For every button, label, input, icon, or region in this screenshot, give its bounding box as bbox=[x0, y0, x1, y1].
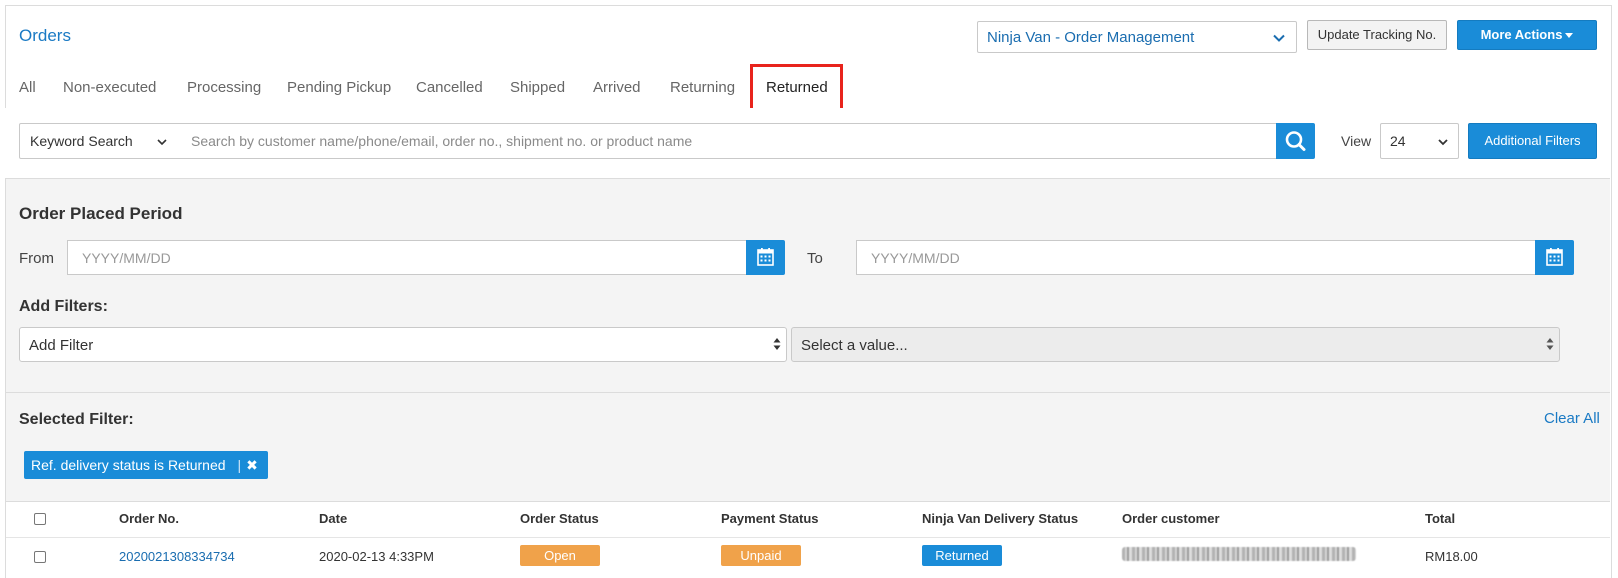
order-placed-period-label: Order Placed Period bbox=[19, 204, 183, 223]
search-type-value: Keyword Search bbox=[30, 133, 133, 149]
tab-processing[interactable]: Processing bbox=[187, 79, 261, 96]
from-date-input[interactable] bbox=[67, 240, 747, 275]
close-icon[interactable]: ✖ bbox=[246, 457, 258, 473]
from-label: From bbox=[19, 250, 54, 267]
updown-icon bbox=[1546, 338, 1554, 350]
view-label: View bbox=[1341, 133, 1372, 149]
filter-chip-label: Ref. delivery status is Returned bbox=[31, 457, 226, 473]
to-label: To bbox=[807, 250, 823, 267]
column-header-total[interactable]: Total bbox=[1425, 511, 1455, 526]
column-header-delivery-status[interactable]: Ninja Van Delivery Status bbox=[922, 511, 1078, 526]
updown-icon bbox=[773, 338, 781, 350]
delivery-status-badge: Returned bbox=[922, 545, 1002, 566]
order-number-link[interactable]: 2020021308334734 bbox=[119, 549, 235, 564]
store-select[interactable]: Ninja Van - Order Management bbox=[977, 21, 1297, 53]
filter-chip-separator: | bbox=[237, 457, 242, 473]
column-header-order-customer[interactable]: Order customer bbox=[1122, 511, 1220, 526]
column-header-order-status[interactable]: Order Status bbox=[520, 511, 599, 526]
column-header-payment-status[interactable]: Payment Status bbox=[721, 511, 819, 526]
from-calendar-button[interactable] bbox=[746, 240, 785, 275]
tab-arrived[interactable]: Arrived bbox=[593, 79, 641, 96]
more-actions-button[interactable]: More Actions bbox=[1457, 20, 1597, 50]
selected-filter-label: Selected Filter: bbox=[19, 411, 134, 428]
column-header-order-no[interactable]: Order No. bbox=[119, 511, 179, 526]
search-icon bbox=[1285, 131, 1306, 151]
tab-returning[interactable]: Returning bbox=[670, 79, 735, 96]
filter-chip: Ref. delivery status is Returned | ✖ bbox=[24, 451, 268, 479]
additional-filters-button[interactable]: Additional Filters bbox=[1468, 123, 1597, 159]
clear-all-link[interactable]: Clear All bbox=[1544, 410, 1600, 427]
add-filter-value: Add Filter bbox=[29, 337, 94, 354]
chevron-down-icon bbox=[1273, 34, 1285, 42]
order-date: 2020-02-13 4:33PM bbox=[319, 549, 434, 564]
payment-status-badge: Unpaid bbox=[721, 545, 801, 566]
search-button[interactable] bbox=[1276, 123, 1315, 159]
column-header-date[interactable]: Date bbox=[319, 511, 347, 526]
add-filter-select[interactable]: Add Filter bbox=[19, 327, 787, 362]
chevron-down-icon bbox=[157, 139, 167, 146]
filter-value-value: Select a value... bbox=[801, 337, 908, 354]
add-filters-label: Add Filters: bbox=[19, 298, 108, 315]
table-row-divider bbox=[6, 537, 1610, 538]
chevron-down-icon bbox=[1438, 139, 1448, 146]
filter-value-select[interactable]: Select a value... bbox=[791, 327, 1560, 362]
caret-down-icon bbox=[1565, 33, 1574, 39]
tab-all[interactable]: All bbox=[19, 79, 36, 96]
to-calendar-button[interactable] bbox=[1535, 240, 1574, 275]
order-customer-redacted bbox=[1122, 547, 1356, 561]
tab-non-executed[interactable]: Non-executed bbox=[63, 79, 156, 96]
tab-shipped[interactable]: Shipped bbox=[510, 79, 565, 96]
tab-cancelled[interactable]: Cancelled bbox=[416, 79, 483, 96]
select-all-checkbox[interactable] bbox=[34, 513, 46, 525]
calendar-icon bbox=[757, 248, 774, 266]
more-actions-label: More Actions bbox=[1480, 27, 1563, 42]
row-checkbox[interactable] bbox=[34, 551, 46, 563]
view-count-select[interactable]: 24 bbox=[1380, 123, 1459, 159]
calendar-icon bbox=[1546, 248, 1563, 266]
tab-returned[interactable]: Returned bbox=[766, 79, 828, 96]
to-date-input[interactable] bbox=[856, 240, 1536, 275]
order-status-badge: Open bbox=[520, 545, 600, 566]
order-total: RM18.00 bbox=[1425, 549, 1478, 564]
view-count-value: 24 bbox=[1390, 133, 1406, 149]
page-title[interactable]: Orders bbox=[19, 26, 71, 46]
selected-filter-area bbox=[6, 393, 1610, 502]
update-tracking-button[interactable]: Update Tracking No. bbox=[1307, 20, 1447, 50]
store-select-value: Ninja Van - Order Management bbox=[987, 29, 1195, 46]
tab-pending-pickup[interactable]: Pending Pickup bbox=[287, 79, 391, 96]
search-input[interactable] bbox=[177, 123, 1277, 159]
search-type-select[interactable]: Keyword Search bbox=[19, 123, 178, 159]
